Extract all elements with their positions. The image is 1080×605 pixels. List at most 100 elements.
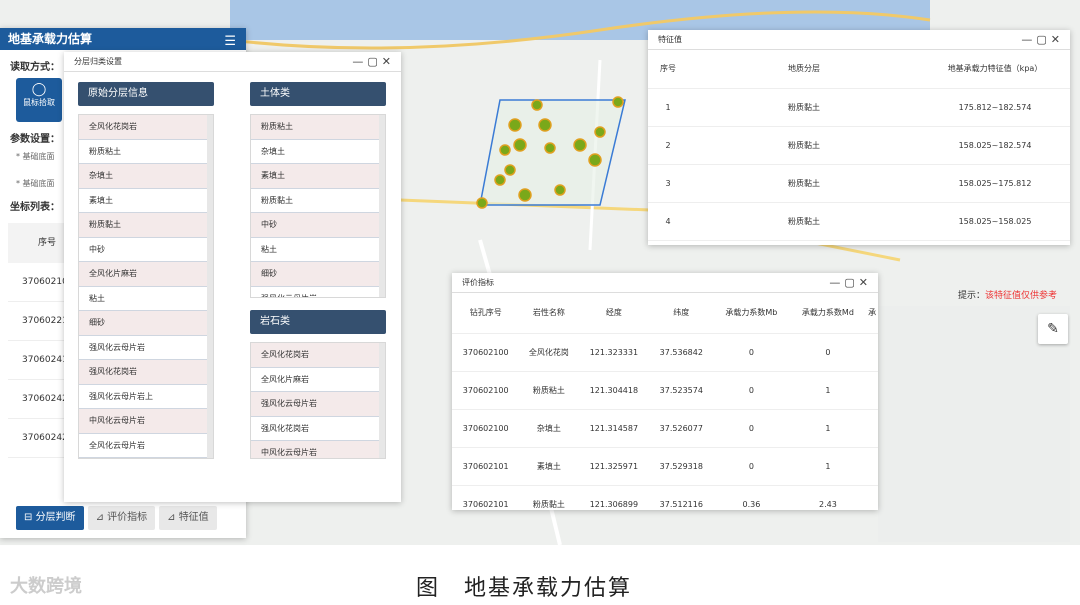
table-cell: 37.529318 [649, 447, 714, 486]
table-cell: 2.43 [789, 485, 867, 510]
feature-dialog: 特征值 —▢✕ 序号 地质分层 地基承载力特征值（kpa） 1 粉质黏土 175.812~… [648, 30, 1070, 245]
rock-list[interactable]: 全风化花岗岩 全风化片麻岩 强风化云母片岩 强风化花岗岩 中风化云母片岩 [250, 342, 386, 459]
table-row[interactable]: 370602100 粉质粘土 121.304418 37.523574 0 1 [452, 371, 878, 410]
table-cell: 粉质黏土 [688, 88, 920, 127]
param-base-2: * 基础底面 [16, 179, 55, 188]
table-cell: 121.306899 [578, 485, 650, 510]
table-row[interactable]: 2 粉质黏土 158.025~182.574 [648, 126, 1070, 165]
mouse-pick-button[interactable]: ◯ 鼠标拾取 [16, 78, 62, 122]
table-cell: 4 [648, 202, 688, 241]
hint-prefix: 提示： [958, 291, 986, 301]
list-item[interactable]: 全风化片麻岩 [79, 262, 213, 287]
list-item[interactable]: 强风化云母片岩 [251, 287, 385, 298]
window-controls[interactable]: —▢✕ [352, 52, 395, 72]
col-header: 岩性名称 [519, 293, 579, 334]
list-item[interactable]: 素填土 [251, 164, 385, 189]
list-item[interactable]: 全风化花岗岩 [251, 343, 385, 368]
eval-table: 钻孔序号 岩性名称 经度 纬度 承载力系数Mb 承载力系数Md 承 370602100 全风化… [452, 293, 878, 510]
list-item[interactable]: 强风化云母片岩 [251, 392, 385, 417]
table-cell [866, 371, 878, 410]
coord-row[interactable]: 37060210 [8, 263, 68, 302]
layer-dialog-title: 分层归类设置 [74, 57, 122, 66]
coord-row[interactable]: 37060242 [8, 380, 68, 419]
table-cell: 37.523574 [649, 371, 714, 410]
table-row[interactable]: 370602101 粉质黏土 121.306899 37.512116 0.36 2.43 [452, 485, 878, 510]
list-item[interactable]: 全风化云母片岩 [79, 434, 213, 458]
list-item[interactable]: 全风化花岗岩 [79, 115, 213, 140]
list-item[interactable]: 中砂 [251, 213, 385, 238]
coord-row[interactable]: 37060242 [8, 419, 68, 458]
layer-judge-button[interactable]: ⊟ 分层判断 [16, 506, 84, 530]
eval-index-button[interactable]: ⊿ 评价指标 [87, 506, 156, 530]
window-controls[interactable]: —▢✕ [1021, 30, 1064, 50]
list-item[interactable]: 全风化片麻岩 [251, 368, 385, 392]
list-item[interactable]: 粉质粘土 [251, 115, 385, 140]
list-item[interactable]: 粘土 [79, 287, 213, 311]
list-item[interactable]: 强风化花岗岩 [79, 360, 213, 385]
table-cell: 粉质黏土 [688, 126, 920, 165]
feature-table: 序号 地质分层 地基承载力特征值（kpa） 1 粉质黏土 175.812~182.574… [648, 50, 1070, 241]
list-item[interactable]: 粉质粘土 [79, 140, 213, 164]
list-item[interactable]: 中砂 [79, 238, 213, 262]
table-cell: 0 [713, 371, 790, 410]
col-header: 承载力系数Mb [713, 293, 790, 334]
table-cell: 0 [713, 447, 790, 486]
table-row[interactable]: 370602100 杂填土 121.314587 37.526077 0 1 [452, 409, 878, 448]
table-cell: 121.323331 [578, 333, 650, 372]
col-header: 经度 [578, 293, 650, 334]
list-item[interactable]: 中风化云母片岩 [251, 441, 385, 458]
list-item[interactable]: 强风化花岗岩 [251, 417, 385, 441]
list-item[interactable]: 细砂 [79, 311, 213, 336]
coord-header: 序号 [8, 223, 68, 263]
menu-icon[interactable]: ☰ [224, 31, 236, 53]
eval-dialog: 评价指标 —▢✕ 钻孔序号 岩性名称 经度 纬度 承载力系数Mb 承载力系数Md 承 3706… [452, 273, 878, 510]
list-item[interactable]: 杂填土 [79, 164, 213, 189]
table-cell: 0 [789, 333, 867, 372]
coord-table: 序号 37060210 37060221 37060241 37060242 3… [8, 223, 68, 458]
eval-dialog-header: 评价指标 —▢✕ [452, 273, 878, 293]
feature-dialog-header: 特征值 —▢✕ [648, 30, 1070, 50]
table-row[interactable]: 370602101 素填土 121.325971 37.529318 0 1 [452, 447, 878, 486]
table-row[interactable]: 3 粉质黏土 158.025~175.812 [648, 164, 1070, 203]
scrollbar[interactable] [379, 115, 385, 297]
list-item[interactable]: 强风化云母片岩 [79, 336, 213, 360]
list-item[interactable]: 杂填土 [251, 140, 385, 164]
feature-value-button[interactable]: ⊿ 特征值 [159, 506, 217, 530]
list-item[interactable]: 强风化云母片岩上 [79, 385, 213, 409]
table-cell: 0.36 [713, 485, 790, 510]
app-title: 地基承载力估算 [8, 32, 93, 46]
param-base-1: * 基础底面 [16, 152, 55, 161]
scrollbar[interactable] [207, 115, 213, 458]
table-cell: 158.025~158.025 [920, 202, 1070, 241]
coord-row[interactable]: 37060221 [8, 302, 68, 341]
list-item[interactable]: 粘土 [251, 238, 385, 262]
hint-message: 该特征值仅供参考 [985, 291, 1058, 301]
table-row[interactable]: 370602100 全风化花岗 121.323331 37.536842 0 0 [452, 333, 878, 372]
list-item[interactable]: 素填土 [79, 189, 213, 213]
col-header: 承 [866, 293, 878, 334]
table-cell: 370602101 [452, 485, 520, 510]
list-item[interactable]: 粉质黏土 [251, 189, 385, 213]
scrollbar[interactable] [379, 343, 385, 458]
rock-header: 岩石类 [250, 310, 386, 334]
table-cell: 1 [789, 409, 867, 448]
list-item[interactable]: 粉质黏土 [79, 213, 213, 238]
table-row[interactable]: 4 粉质黏土 158.025~158.025 [648, 202, 1070, 241]
table-cell [866, 485, 878, 510]
list-item[interactable]: 中风化云母片岩 [79, 409, 213, 434]
eraser-icon[interactable]: ✎ [1038, 314, 1068, 344]
table-row[interactable]: 1 粉质黏土 175.812~182.574 [648, 88, 1070, 127]
figure-caption: 图 地基承载力估算 [416, 576, 633, 601]
feature-dialog-title: 特征值 [658, 35, 682, 44]
list-item[interactable]: 细砂 [251, 262, 385, 287]
soil-list[interactable]: 粉质粘土 杂填土 素填土 粉质黏土 中砂 粘土 细砂 强风化云母片岩 [250, 114, 386, 298]
window-controls[interactable]: —▢✕ [829, 273, 872, 293]
col-header: 地基承载力特征值（kpa） [920, 50, 1070, 89]
mouse-icon: ◯ [31, 82, 47, 97]
coord-row[interactable]: 37060241 [8, 341, 68, 380]
table-cell: 全风化花岗 [519, 333, 579, 372]
original-list[interactable]: 全风化花岗岩 粉质粘土 杂填土 素填土 粉质黏土 中砂 全风化片麻岩 粘土 细砂 强风化云母片岩强… [78, 114, 214, 459]
soil-header: 土体类 [250, 82, 386, 106]
table-cell: 121.314587 [578, 409, 650, 448]
col-header: 承载力系数Md [789, 293, 867, 334]
